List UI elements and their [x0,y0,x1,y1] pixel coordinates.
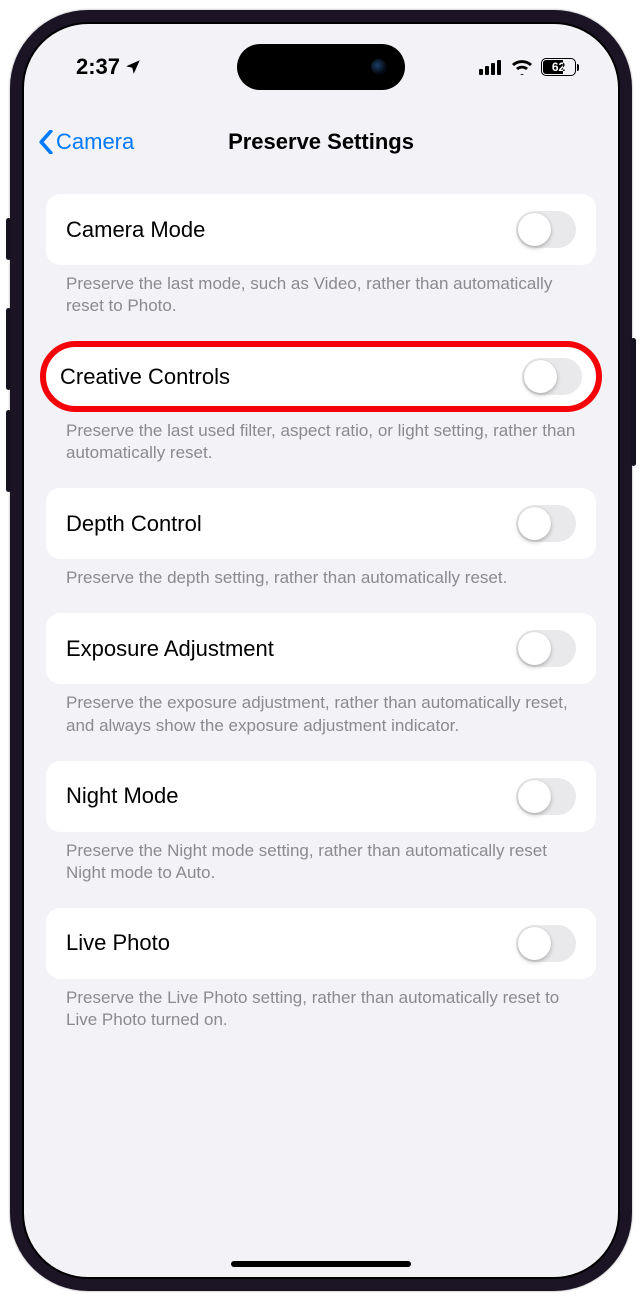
setting-depth-control: Depth Control Preserve the depth setting… [46,488,596,589]
setting-creative-controls: Creative Controls Preserve the last used… [46,341,596,464]
back-label: Camera [56,129,134,155]
row-label: Exposure Adjustment [66,636,274,662]
toggle-depth-control[interactable] [516,505,576,542]
toggle-creative-controls[interactable] [522,358,582,395]
dynamic-island [237,44,405,90]
status-time: 2:37 [76,54,120,80]
back-button[interactable]: Camera [24,129,134,155]
chevron-left-icon [38,130,54,154]
setting-exposure-adjustment: Exposure Adjustment Preserve the exposur… [46,613,596,736]
toggle-live-photo[interactable] [516,925,576,962]
row-depth-control[interactable]: Depth Control [46,488,596,559]
row-desc: Preserve the last mode, such as Video, r… [46,265,596,317]
row-exposure-adjustment[interactable]: Exposure Adjustment [46,613,596,684]
toggle-camera-mode[interactable] [516,211,576,248]
toggle-knob [524,360,557,393]
toggle-knob [518,780,551,813]
row-desc: Preserve the exposure adjustment, rather… [46,684,596,736]
power-button [631,338,636,466]
volume-up-button [6,308,11,390]
front-camera [371,59,387,75]
row-camera-mode[interactable]: Camera Mode [46,194,596,265]
setting-night-mode: Night Mode Preserve the Night mode setti… [46,761,596,884]
nav-bar: Camera Preserve Settings [24,114,618,170]
row-label: Camera Mode [66,217,205,243]
toggle-knob [518,507,551,540]
volume-down-button [6,410,11,492]
setting-camera-mode: Camera Mode Preserve the last mode, such… [46,194,596,317]
toggle-knob [518,927,551,960]
battery-icon: 62 [541,58,576,76]
row-night-mode[interactable]: Night Mode [46,761,596,832]
row-desc: Preserve the Night mode setting, rather … [46,832,596,884]
row-label: Depth Control [66,511,202,537]
home-indicator[interactable] [231,1261,411,1267]
phone-frame: 2:37 62 Camera Preserve Settings Camera … [10,10,632,1291]
silent-switch [6,218,11,260]
row-desc: Preserve the depth setting, rather than … [46,559,596,589]
settings-list[interactable]: Camera Mode Preserve the last mode, such… [24,170,618,1277]
toggle-night-mode[interactable] [516,778,576,815]
toggle-exposure-adjustment[interactable] [516,630,576,667]
row-label: Night Mode [66,783,179,809]
toggle-knob [518,213,551,246]
row-desc: Preserve the last used filter, aspect ra… [46,412,596,464]
screen: 2:37 62 Camera Preserve Settings Camera … [22,22,620,1279]
row-label: Creative Controls [60,364,230,390]
location-icon [124,58,142,76]
setting-live-photo: Live Photo Preserve the Live Photo setti… [46,908,596,1031]
row-desc: Preserve the Live Photo setting, rather … [46,979,596,1031]
row-label: Live Photo [66,930,170,956]
toggle-knob [518,632,551,665]
row-creative-controls[interactable]: Creative Controls [40,341,602,412]
cell-signal-icon [479,59,503,75]
row-live-photo[interactable]: Live Photo [46,908,596,979]
wifi-icon [511,59,533,75]
